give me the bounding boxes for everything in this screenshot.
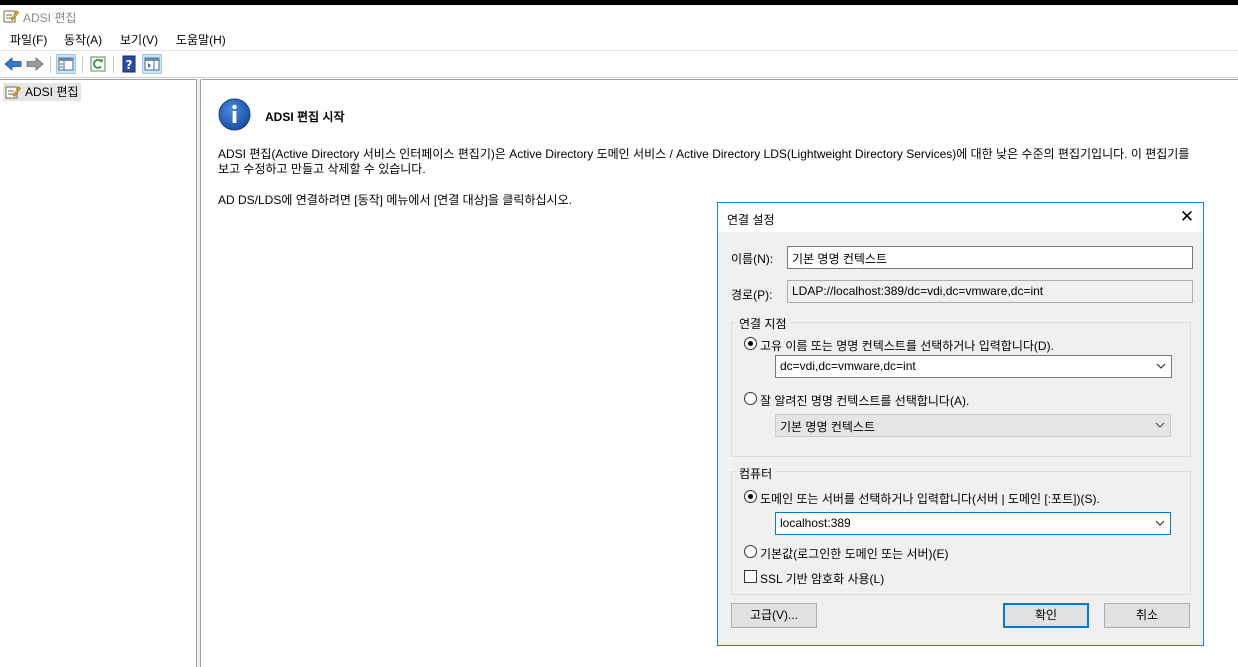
adsi-edit-tree-icon [5,86,21,99]
toolbar: ? [0,50,1238,78]
description-line-1: ADSI 편집(Active Directory 서비스 인터페이스 편집기)은… [218,147,1190,161]
chevron-down-icon [1155,520,1165,526]
connection-point-group-label: 연결 지점 [736,315,790,332]
distinguished-name-value: dc=vdi,dc=vmware,dc=int [780,359,916,373]
console-tree-pane: ADSI 편집 [0,79,197,667]
show-hide-console-tree-button[interactable] [56,54,76,74]
path-field[interactable]: LDAP://localhost:389/dc=vdi,dc=vmware,dc… [787,280,1193,303]
window-titlebar: ADSI 편집 [0,5,1238,27]
path-label: 경로(P): [731,288,773,302]
adsi-edit-app-icon [3,10,19,23]
refresh-icon[interactable] [88,54,108,74]
help-icon[interactable]: ? [119,54,139,74]
toolbar-separator [82,56,83,73]
radio-well-known-context[interactable] [744,392,757,405]
toolbar-separator [113,56,114,73]
cancel-button[interactable]: 취소 [1104,603,1190,628]
name-input[interactable]: 기본 명명 컨텍스트 [787,246,1193,269]
radio-domain-or-server-label[interactable]: 도메인 또는 서버를 선택하거나 입력합니다(서버 | 도메인 [:포트])(S… [760,490,1100,507]
description-text: ADSI 편집(Active Directory 서비스 인터페이스 편집기)은… [218,147,1238,177]
dialog-title: 연결 설정 [727,213,775,227]
forward-arrow-icon[interactable] [25,54,45,74]
distinguished-name-combo[interactable]: dc=vdi,dc=vmware,dc=int [775,355,1172,378]
name-label: 이름(N): [731,252,774,266]
console-tree-icon [58,57,74,71]
radio-well-known-context-label[interactable]: 잘 알려진 명명 컨텍스트를 선택합니다(A). [760,392,969,409]
welcome-heading: ADSI 편집 시작 [265,110,345,124]
radio-distinguished-name-label[interactable]: 고유 이름 또는 명명 컨텍스트를 선택하거나 입력합니다(D). [760,337,1054,354]
menu-file[interactable]: 파일(F) [10,31,47,48]
well-known-context-value: 기본 명명 컨텍스트 [780,420,875,434]
radio-default-server-label[interactable]: 기본값(로그인한 도메인 또는 서버)(E) [760,545,949,562]
connect-instruction: AD DS/LDS에 연결하려면 [동작] 메뉴에서 [연결 대상]을 클릭하십… [218,193,572,207]
dialog-titlebar: 연결 설정 ✕ [718,203,1203,232]
close-icon[interactable]: ✕ [1179,208,1195,225]
ok-button[interactable]: 확인 [1003,603,1089,628]
menu-view[interactable]: 보기(V) [120,31,158,48]
computer-group-label: 컴퓨터 [736,465,776,482]
toolbar-separator [50,56,51,73]
ssl-checkbox-label[interactable]: SSL 기반 암호화 사용(L) [760,570,884,587]
radio-default-server[interactable] [744,545,757,558]
radio-domain-or-server[interactable] [744,490,757,503]
description-line-2: 보고 수정하고 만들고 삭제할 수 있습니다. [218,162,426,176]
menu-help[interactable]: 도움말(H) [176,31,226,48]
well-known-context-combo[interactable]: 기본 명명 컨텍스트 [775,414,1171,437]
connection-settings-dialog: 연결 설정 ✕ 이름(N): 기본 명명 컨텍스트 경로(P): LDAP://… [717,202,1204,646]
info-icon [218,98,251,131]
chevron-down-icon [1155,422,1165,428]
domain-or-server-value: localhost:389 [780,516,851,530]
svg-text:?: ? [126,58,133,72]
tree-item-adsi-edit[interactable]: ADSI 편집 [3,83,82,101]
pane-splitter[interactable] [197,79,201,667]
show-hide-action-pane-button[interactable] [142,54,162,74]
tree-item-label: ADSI 편집 [25,85,79,99]
menu-bar: 파일(F) 동작(A) 보기(V) 도움말(H) [0,27,1238,50]
menu-action[interactable]: 동작(A) [64,31,102,48]
window-title: ADSI 편집 [23,11,77,25]
advanced-button[interactable]: 고급(V)... [731,603,817,628]
domain-or-server-combo[interactable]: localhost:389 [775,512,1171,535]
action-pane-icon [144,57,160,71]
chevron-down-icon [1156,363,1166,369]
radio-distinguished-name[interactable] [744,337,757,350]
back-arrow-icon[interactable] [3,54,23,74]
ssl-checkbox[interactable] [744,570,757,583]
